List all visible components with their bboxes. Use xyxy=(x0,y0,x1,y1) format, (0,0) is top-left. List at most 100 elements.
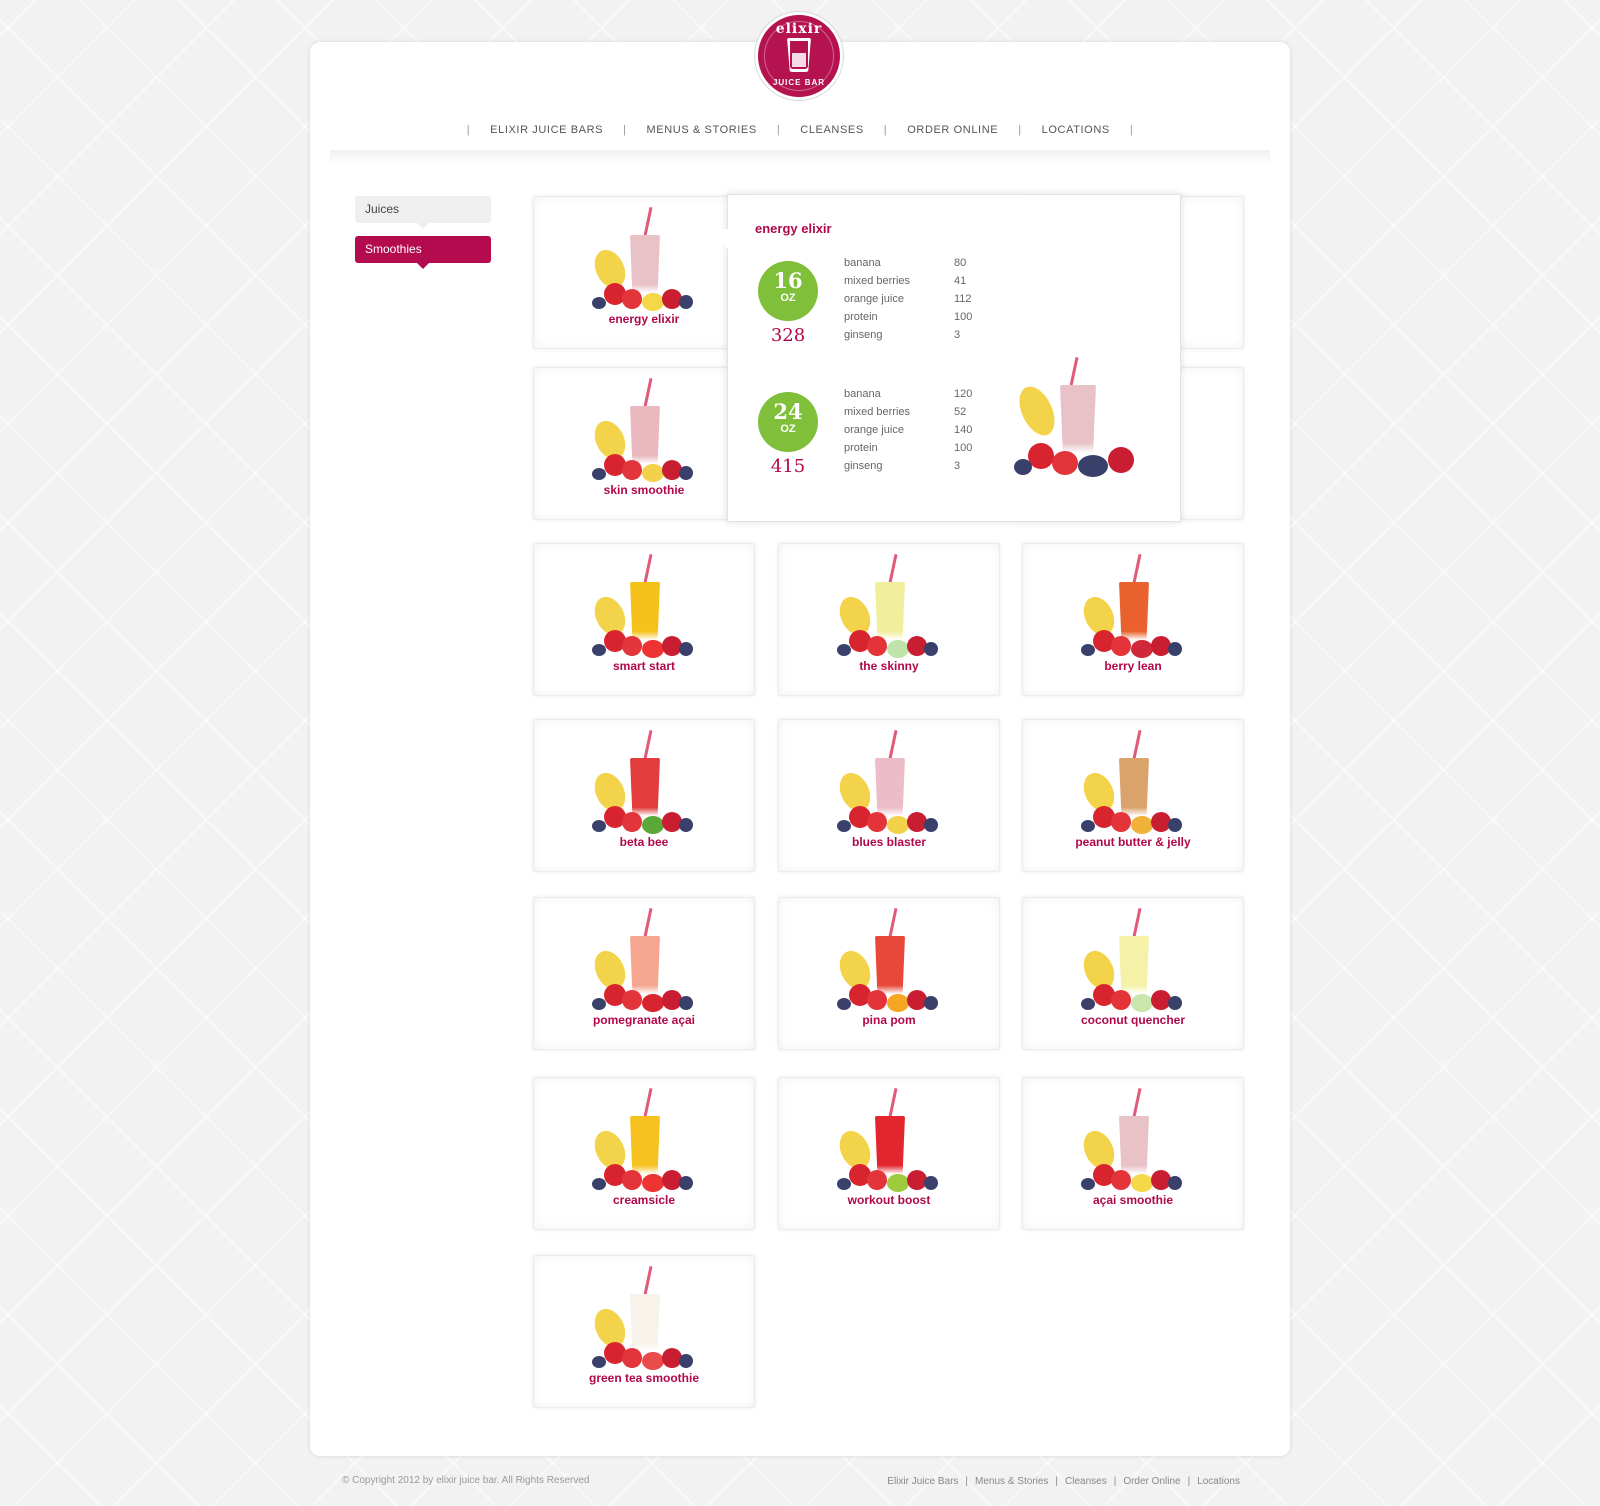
product-card[interactable]: coconut quencher xyxy=(1022,897,1244,1050)
ingredient-row: banana 120 xyxy=(844,388,994,406)
nav-divider: | xyxy=(1018,124,1022,136)
product-card[interactable]: pomegranate açai xyxy=(533,897,755,1050)
ingredient-name: banana xyxy=(844,257,881,269)
nav-locations[interactable]: LOCATIONS xyxy=(1042,124,1110,136)
ingredient-value: 100 xyxy=(954,442,973,454)
nav-divider: | xyxy=(1129,124,1134,136)
blueberry-icon xyxy=(1014,459,1032,475)
ingredient-name: mixed berries xyxy=(844,275,911,287)
ingredient-name: protein xyxy=(844,311,878,323)
copyright: © Copyright 2012 by elixir juice bar. Al… xyxy=(342,1475,590,1486)
cup-icon xyxy=(787,38,811,72)
ingredient-name: orange juice xyxy=(844,424,904,436)
ingredient-name: protein xyxy=(844,442,878,454)
blueberry-icon xyxy=(1078,455,1108,477)
ingredient-row: ginseng 3 xyxy=(844,329,994,347)
ingredient-value: 52 xyxy=(954,406,967,418)
smoothie-photo xyxy=(534,906,754,1018)
nav-cleanses[interactable]: CLEANSES xyxy=(800,124,864,136)
ingredient-name: ginseng xyxy=(844,329,883,341)
ingredient-name: mixed berries xyxy=(844,406,911,418)
ingredient-row: protein 100 xyxy=(844,442,994,460)
footer-link-elixir-juice-bars[interactable]: Elixir Juice Bars xyxy=(887,1476,958,1487)
logo-subtitle: JUICE BAR xyxy=(772,78,826,87)
smoothie-photo xyxy=(1023,1086,1243,1198)
smoothie-photo xyxy=(1023,728,1243,840)
smoothie-photo xyxy=(779,906,999,1018)
popup-title: energy elixir xyxy=(755,221,832,236)
smoothie-photo xyxy=(534,1086,754,1198)
product-detail-popup: energy elixir 16 OZ 328 banana 80 mixed b… xyxy=(708,194,1181,522)
ingredient-row: orange juice 112 xyxy=(844,293,994,311)
footer-divider: | xyxy=(965,1476,969,1487)
smoothie-photo xyxy=(1008,357,1158,493)
product-card[interactable]: peanut butter & jelly xyxy=(1022,719,1244,872)
size-unit: OZ xyxy=(780,292,796,304)
product-name: creamsicle xyxy=(612,1193,676,1207)
nav-shadow xyxy=(330,150,1270,164)
ingredient-name: ginseng xyxy=(844,460,883,472)
product-card[interactable]: green tea smoothie xyxy=(533,1255,755,1408)
ingredient-row: mixed berries 41 xyxy=(844,275,994,293)
tab-smoothies[interactable]: Smoothies xyxy=(355,236,491,269)
footer-link-locations[interactable]: Locations xyxy=(1197,1476,1240,1487)
nav-menus-stories[interactable]: MENUS & STORIES xyxy=(647,124,757,136)
ingredient-value: 100 xyxy=(954,311,973,323)
nav-elixir-juice-bars[interactable]: ELIXIR JUICE BARS xyxy=(490,124,603,136)
product-card[interactable]: pina pom xyxy=(778,897,1000,1050)
ingredient-value: 3 xyxy=(954,329,961,341)
strawberry-icon xyxy=(1052,451,1078,475)
main-nav: | ELIXIR JUICE BARS | MENUS & STORIES | … xyxy=(0,122,1600,138)
product-card[interactable]: blues blaster xyxy=(778,719,1000,872)
ingredient-row: protein 100 xyxy=(844,311,994,329)
ingredient-value: 140 xyxy=(954,424,973,436)
product-card[interactable]: workout boost xyxy=(778,1077,1000,1230)
product-card[interactable]: energy elixir xyxy=(533,196,755,349)
nav-order-online[interactable]: ORDER ONLINE xyxy=(907,124,998,136)
product-card[interactable]: skin smoothie xyxy=(533,367,755,520)
product-name: green tea smoothie xyxy=(588,1371,700,1385)
tab-juices[interactable]: Juices xyxy=(355,196,491,229)
product-card[interactable]: smart start xyxy=(533,543,755,696)
ingredient-value: 80 xyxy=(954,257,967,269)
product-card[interactable]: açai smoothie xyxy=(1022,1077,1244,1230)
product-name: peanut butter & jelly xyxy=(1075,835,1191,849)
product-name: berry lean xyxy=(1104,659,1162,673)
size-badge-24oz: 24 OZ xyxy=(758,392,818,452)
footer-link-menus-stories[interactable]: Menus & Stories xyxy=(975,1476,1048,1487)
product-card[interactable]: creamsicle xyxy=(533,1077,755,1230)
ingredient-row: ginseng 3 xyxy=(844,460,994,478)
smoothie-photo xyxy=(779,728,999,840)
elixir-logo[interactable]: elixir JUICE BAR xyxy=(755,12,843,100)
calories-16oz: 328 xyxy=(770,325,806,346)
product-name: energy elixir xyxy=(608,312,680,326)
footer-link-order-online[interactable]: Order Online xyxy=(1123,1476,1180,1487)
product-name: pomegranate açai xyxy=(592,1013,696,1027)
ingredient-value: 112 xyxy=(954,293,972,305)
nav-divider: | xyxy=(466,124,471,136)
product-card[interactable]: beta bee xyxy=(533,719,755,872)
ingredient-row: orange juice 140 xyxy=(844,424,994,442)
logo-wordmark: elixir xyxy=(775,21,823,37)
size-number: 24 xyxy=(773,399,803,424)
footer-link-cleanses[interactable]: Cleanses xyxy=(1065,1476,1107,1487)
smoothie-photo xyxy=(534,552,754,664)
product-card[interactable]: the skinny xyxy=(778,543,1000,696)
footer-divider: | xyxy=(1113,1476,1117,1487)
smoothie-photo xyxy=(534,1264,754,1376)
banana-icon xyxy=(1012,381,1062,441)
product-name: workout boost xyxy=(847,1193,931,1207)
product-name: skin smoothie xyxy=(603,483,685,497)
product-name: blues blaster xyxy=(851,835,927,849)
smoothie-photo xyxy=(534,728,754,840)
ingredient-row: mixed berries 52 xyxy=(844,406,994,424)
product-card[interactable]: berry lean xyxy=(1022,543,1244,696)
size-unit: OZ xyxy=(780,423,796,435)
nav-divider: | xyxy=(776,124,781,136)
ingredient-name: orange juice xyxy=(844,293,904,305)
product-name: beta bee xyxy=(619,835,669,849)
smoothie-photo xyxy=(779,552,999,664)
ingredient-value: 120 xyxy=(954,388,973,400)
footer-nav: Elixir Juice Bars | Menus & Stories | Cl… xyxy=(887,1476,1240,1487)
strawberry-icon xyxy=(1108,447,1134,473)
